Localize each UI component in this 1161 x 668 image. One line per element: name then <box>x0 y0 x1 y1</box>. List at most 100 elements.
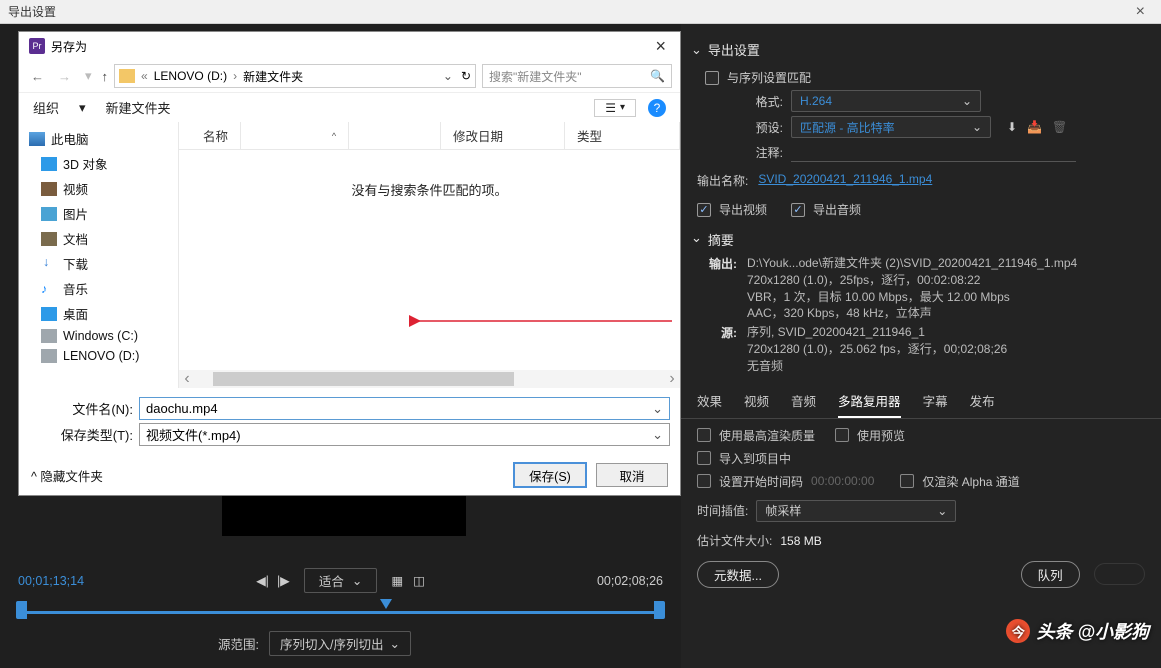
watermark-logo-icon: 今 <box>1006 619 1030 643</box>
timecode-out[interactable]: 00;02;08;26 <box>597 574 663 588</box>
filetype-select[interactable]: 视频文件(*.mp4)⌄ <box>139 423 670 446</box>
alpha-only-checkbox[interactable] <box>900 474 914 488</box>
set-start-tc-checkbox[interactable] <box>697 474 711 488</box>
tree-desktop[interactable]: 桌面 <box>19 301 178 326</box>
preset-delete-icon[interactable]: 🗑 <box>1052 120 1067 134</box>
tree-music[interactable]: ♪音乐 <box>19 276 178 301</box>
export-audio-checkbox[interactable] <box>791 203 805 217</box>
chevron-down-icon[interactable]: ⌄ <box>652 427 663 443</box>
save-as-dialog: Pr 另存为 × ← → ▾ ↑ « LENOVO (D:) › 新建文件夹 ⌄… <box>18 31 681 496</box>
format-label: 格式: <box>727 93 783 110</box>
range-in-handle[interactable] <box>16 601 27 619</box>
chevron-down-icon: ⌄ <box>937 504 947 518</box>
interp-select[interactable]: 帧采样⌄ <box>756 500 956 522</box>
metadata-button[interactable]: 元数据... <box>697 561 779 588</box>
output-name-label: 输出名称: <box>697 172 748 189</box>
queue-button[interactable]: 队列 <box>1021 561 1080 588</box>
folder-icon <box>119 69 135 83</box>
step-forward-icon[interactable]: |▶ <box>277 573 290 588</box>
source-range-label: 源范围: <box>218 634 259 653</box>
chevron-down-icon[interactable]: ⌄ <box>652 401 663 417</box>
list-header[interactable]: 名称^ 修改日期 类型 <box>179 122 680 150</box>
window-title: 导出设置 <box>8 3 56 20</box>
grid-icon[interactable]: ▦ <box>391 573 403 588</box>
tree-videos[interactable]: 视频 <box>19 176 178 201</box>
col-type[interactable]: 类型 <box>565 122 680 149</box>
breadcrumb-sep-icon: « <box>139 69 150 83</box>
path-dropdown-icon[interactable]: ⌄ <box>443 69 453 83</box>
tree-downloads[interactable]: 下载 <box>19 251 178 276</box>
col-date[interactable]: 修改日期 <box>441 122 565 149</box>
hide-folders-toggle[interactable]: ^ 隐藏文件夹 <box>31 466 504 485</box>
help-icon[interactable]: ? <box>648 99 666 117</box>
path-field[interactable]: « LENOVO (D:) › 新建文件夹 ⌄ ↻ <box>114 64 476 88</box>
tree-drive-c[interactable]: Windows (C:) <box>19 326 178 346</box>
comment-input[interactable] <box>791 142 1076 162</box>
col-name[interactable]: 名称^ <box>179 122 441 149</box>
tree-pictures[interactable]: 图片 <box>19 201 178 226</box>
match-sequence-checkbox[interactable] <box>705 71 719 85</box>
start-tc-value: 00:00:00:00 <box>811 474 874 488</box>
refresh-icon[interactable]: ↻ <box>461 69 471 83</box>
dialog-title: 另存为 <box>51 38 87 55</box>
match-sequence-label: 与序列设置匹配 <box>727 69 811 86</box>
zoom-fit-select[interactable]: 适合⌄ <box>304 568 378 593</box>
interp-label: 时间插值: <box>697 502 748 519</box>
range-slider[interactable] <box>18 605 663 619</box>
tab-multiplexer[interactable]: 多路复用器 <box>838 387 901 418</box>
watermark: 今 头条 @小影狗 <box>1006 618 1149 644</box>
view-mode-button[interactable]: ☰▾ <box>594 99 636 117</box>
organize-menu[interactable]: 组织 <box>33 98 59 117</box>
caret-down-icon: ⌄ <box>691 42 702 58</box>
max-quality-checkbox[interactable] <box>697 428 711 442</box>
horizontal-scrollbar[interactable]: ‹› <box>179 370 680 388</box>
save-button[interactable]: 保存(S) <box>514 463 586 487</box>
window-close-icon[interactable]: × <box>1128 3 1153 21</box>
timecode-in[interactable]: 00;01;13;14 <box>18 574 84 588</box>
export-settings-header[interactable]: ⌄导出设置 <box>691 40 1145 59</box>
nav-back-icon[interactable]: ← <box>27 69 48 84</box>
new-folder-button[interactable]: 新建文件夹 <box>106 98 171 117</box>
search-input[interactable]: 搜索"新建文件夹" 🔍 <box>482 64 672 88</box>
chevron-down-icon: ⌄ <box>962 94 972 108</box>
search-icon[interactable]: 🔍 <box>650 69 665 83</box>
step-back-icon[interactable]: ◀| <box>256 573 269 588</box>
preset-save-icon[interactable]: ⬇ <box>1007 120 1017 134</box>
output-name-link[interactable]: SVID_20200421_211946_1.mp4 <box>758 172 932 189</box>
filename-input[interactable]: daochu.mp4⌄ <box>139 397 670 420</box>
chevron-right-icon: › <box>231 69 239 83</box>
tree-this-pc[interactable]: 此电脑 <box>19 126 178 151</box>
tab-audio[interactable]: 音频 <box>791 387 816 418</box>
range-out-handle[interactable] <box>654 601 665 619</box>
export-video-checkbox[interactable] <box>697 203 711 217</box>
preset-import-icon[interactable]: 📥 <box>1027 120 1042 134</box>
use-preview-checkbox[interactable] <box>835 428 849 442</box>
summary-section: ⌄摘要 输出: D:\Youk...ode\新建文件夹 (2)\SVID_202… <box>697 230 1145 375</box>
empty-message: 没有与搜索条件匹配的项。 <box>179 150 680 370</box>
tree-3d-objects[interactable]: 3D 对象 <box>19 151 178 176</box>
search-placeholder: 搜索"新建文件夹" <box>489 68 582 85</box>
dialog-close-icon[interactable]: × <box>651 36 670 57</box>
tree-drive-d[interactable]: LENOVO (D:) <box>19 346 178 366</box>
tab-video[interactable]: 视频 <box>744 387 769 418</box>
format-select[interactable]: H.264⌄ <box>791 90 981 112</box>
cancel-button[interactable]: 取消 <box>596 463 668 487</box>
nav-forward-icon[interactable]: → <box>54 69 75 84</box>
filename-label: 文件名(N): <box>29 399 133 418</box>
tab-captions[interactable]: 字幕 <box>923 387 948 418</box>
playhead-icon[interactable] <box>380 599 392 609</box>
import-project-checkbox[interactable] <box>697 451 711 465</box>
preset-label: 预设: <box>727 119 783 136</box>
tab-publish[interactable]: 发布 <box>970 387 995 418</box>
nav-history-icon[interactable]: ▾ <box>81 68 96 84</box>
chevron-down-icon: ⌄ <box>389 636 399 651</box>
preset-select[interactable]: 匹配源 - 高比特率⌄ <box>791 116 991 138</box>
breadcrumb-folder[interactable]: 新建文件夹 <box>243 68 303 85</box>
source-range-select[interactable]: 序列切入/序列切出⌄ <box>269 631 411 656</box>
breadcrumb-drive[interactable]: LENOVO (D:) <box>154 69 227 83</box>
folder-tree[interactable]: 此电脑 3D 对象 视频 图片 文档 下载 ♪音乐 桌面 Windows (C:… <box>19 122 179 388</box>
aspect-icon[interactable]: ◫ <box>413 573 425 588</box>
tab-effects[interactable]: 效果 <box>697 387 722 418</box>
tree-documents[interactable]: 文档 <box>19 226 178 251</box>
nav-up-icon[interactable]: ↑ <box>102 69 109 84</box>
